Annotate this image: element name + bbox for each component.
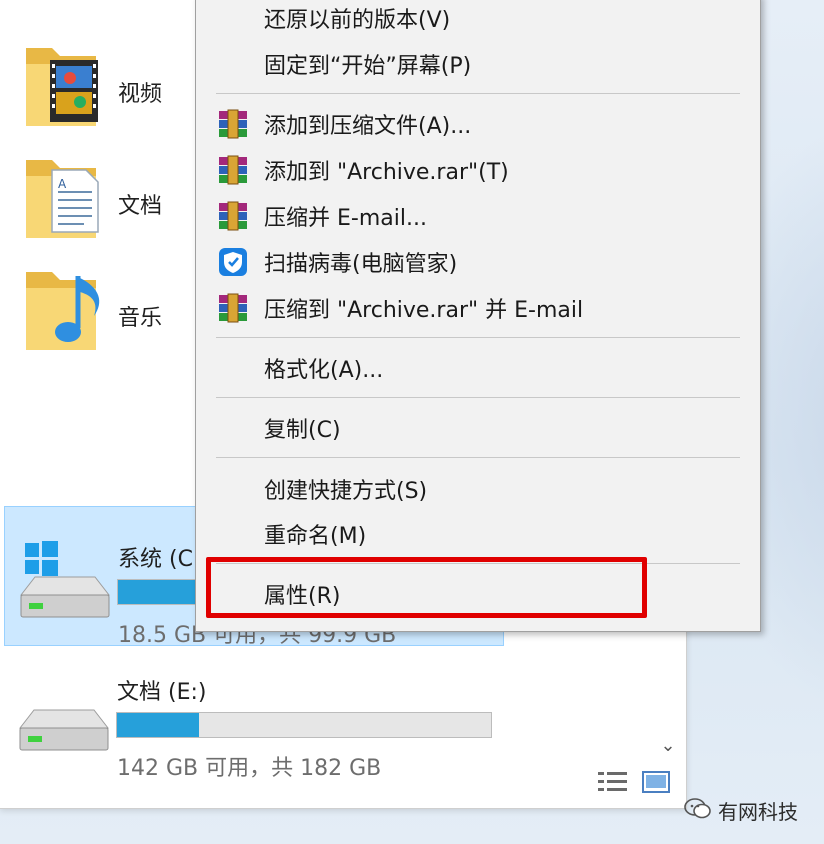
menu-item-pin-to-start[interactable]: 固定到“开始”屏幕(P) (196, 41, 760, 85)
drive-c-name: 系统 (C (118, 547, 193, 572)
drive-e-info: 142 GB 可用，共 182 GB (117, 756, 382, 781)
menu-label: 创建快捷方式(S) (264, 479, 428, 504)
context-menu: 还原以前的版本(V) 固定到“开始”屏幕(P) 添加到压缩文件(A)... 添加… (195, 0, 761, 632)
menu-label: 重命名(M) (264, 524, 367, 549)
menu-item-scan-virus[interactable]: 扫描病毒(电脑管家) (196, 239, 760, 283)
menu-item-compress-and-email[interactable]: 压缩并 E-mail... (196, 193, 760, 237)
windows-drive-icon (19, 541, 111, 618)
menu-label: 还原以前的版本(V) (264, 8, 451, 33)
menu-item-restore-previous-versions[interactable]: 还原以前的版本(V) (196, 0, 760, 39)
watermark-text: 有网科技 (718, 800, 798, 824)
menu-item-copy[interactable]: 复制(C) (196, 405, 760, 449)
menu-label: 格式化(A)... (264, 358, 384, 383)
menu-separator (216, 397, 740, 398)
folder-documents[interactable]: A 文档 (22, 150, 192, 250)
scroll-down-button[interactable]: ⌄ (656, 732, 680, 760)
folder-music[interactable]: 音乐 (22, 262, 192, 362)
svg-text:A: A (58, 177, 67, 191)
menu-item-format[interactable]: 格式化(A)... (196, 345, 760, 389)
drive-icon (18, 709, 110, 751)
folder-label-music: 音乐 (118, 306, 163, 331)
drive-e[interactable]: 文档 (E:) 142 GB 可用，共 182 GB (4, 640, 504, 781)
folder-label-documents: 文档 (118, 194, 163, 219)
properties-highlight-box (206, 557, 647, 618)
menu-label: 添加到压缩文件(A)... (264, 114, 472, 139)
watermark: 有网科技 (684, 796, 814, 824)
menu-item-create-shortcut[interactable]: 创建快捷方式(S) (196, 466, 760, 510)
menu-separator (216, 337, 740, 338)
details-view-icon[interactable] (597, 770, 629, 794)
folder-videos[interactable]: 视频 (22, 38, 192, 138)
drive-e-usage-fill (117, 713, 200, 737)
menu-label: 扫描病毒(电脑管家) (264, 252, 458, 277)
wechat-icon (684, 798, 711, 819)
menu-label: 复制(C) (264, 418, 341, 443)
winrar-icon (219, 109, 247, 139)
menu-item-compress-to-rar-and-email[interactable]: 压缩到 "Archive.rar" 并 E-mail (196, 285, 760, 329)
winrar-icon (219, 293, 247, 323)
menu-label: 压缩并 E-mail... (264, 206, 427, 231)
documents-folder-icon: A (26, 160, 99, 238)
folder-label-videos: 视频 (118, 82, 163, 107)
drive-e-usage-bar (116, 712, 492, 738)
video-folder-icon (26, 48, 98, 126)
drive-e-name: 文档 (E:) (117, 680, 207, 705)
menu-label: 固定到“开始”屏幕(P) (264, 54, 472, 79)
menu-item-rename[interactable]: 重命名(M) (196, 511, 760, 555)
menu-label: 添加到 "Archive.rar"(T) (264, 160, 509, 185)
menu-label: 压缩到 "Archive.rar" 并 E-mail (264, 298, 584, 323)
shield-icon (219, 248, 247, 276)
menu-separator (216, 457, 740, 458)
menu-item-add-to-archive[interactable]: 添加到压缩文件(A)... (196, 101, 760, 145)
winrar-icon (219, 155, 247, 185)
large-icons-view-icon[interactable] (641, 770, 671, 794)
music-folder-icon (26, 272, 100, 350)
winrar-icon (219, 201, 247, 231)
menu-item-add-to-archive-rar[interactable]: 添加到 "Archive.rar"(T) (196, 147, 760, 191)
menu-separator (216, 93, 740, 94)
